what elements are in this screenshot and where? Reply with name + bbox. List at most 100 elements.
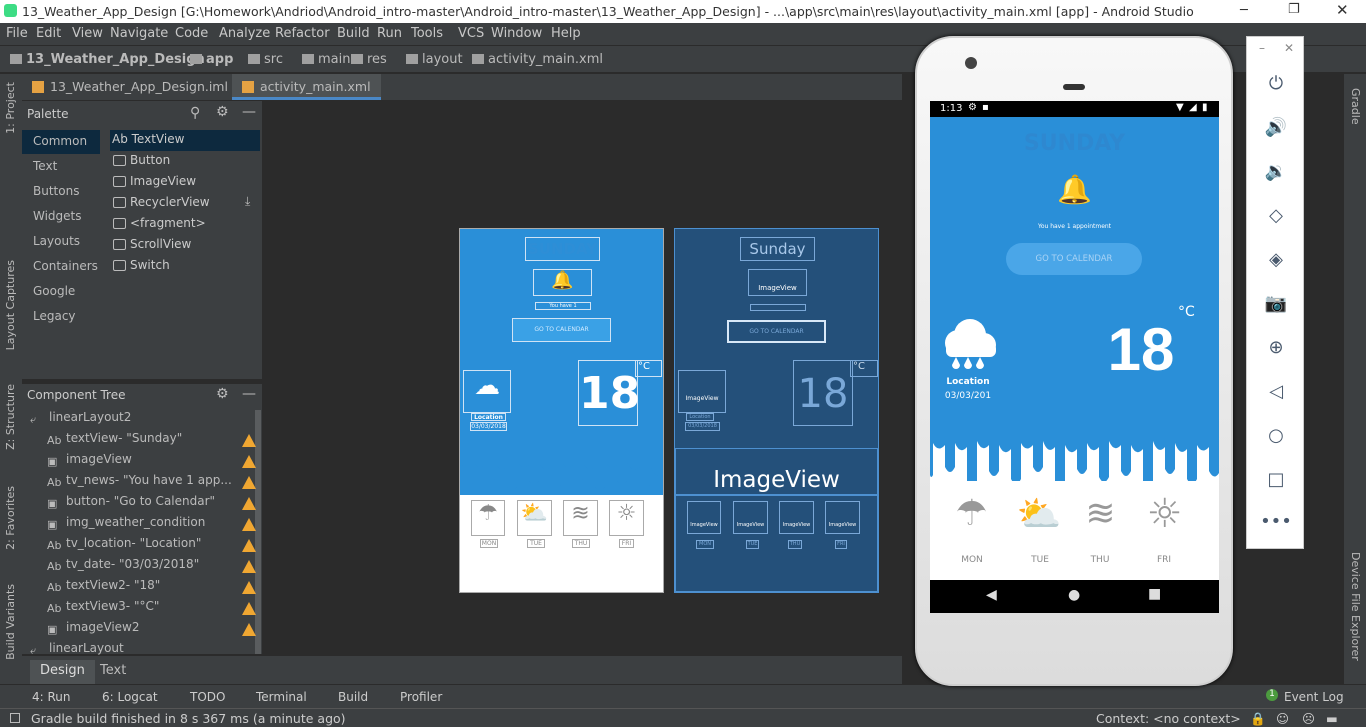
smile-icon[interactable]: ☺ <box>1276 711 1289 726</box>
design-tab-design[interactable]: Design <box>30 660 95 684</box>
download-icon[interactable]: ⤓ <box>245 194 250 209</box>
tree-node-10[interactable]: ▣ imageView2 <box>47 620 140 641</box>
palette-widget-1[interactable]: Button <box>110 151 260 172</box>
emu-minimize-icon[interactable]: – <box>1259 41 1265 55</box>
palette-widget-3[interactable]: RecyclerView <box>110 193 260 214</box>
home-icon[interactable]: ○ <box>1247 425 1305 446</box>
back-icon[interactable]: ◁ <box>1247 381 1305 402</box>
frown-icon[interactable]: ☹ <box>1302 711 1315 726</box>
menu-navigate[interactable]: Navigate <box>110 26 168 41</box>
blueprint-preview[interactable]: Sunday ImageView GO TO CALENDAR ImageVie… <box>674 228 879 593</box>
power-icon[interactable]: ⏻ <box>1247 73 1305 94</box>
phone-overview-icon[interactable]: ■ <box>1148 586 1161 602</box>
hide-icon[interactable]: — <box>242 104 256 120</box>
tree-node-7[interactable]: Ab tv_date- "03/03/2018" <box>47 557 199 578</box>
palette-category-google[interactable]: Google <box>22 280 100 304</box>
bp-drip-imageview[interactable]: ImageView <box>675 448 878 495</box>
temperature-text[interactable]: 18 <box>578 360 640 426</box>
warning-icon[interactable] <box>242 539 256 552</box>
bp-calendar-button[interactable]: GO TO CALENDAR <box>727 320 826 343</box>
zoom-icon[interactable]: ⊕ <box>1247 337 1305 358</box>
breadcrumb-6[interactable]: activity_main.xml <box>472 52 603 67</box>
tab-0[interactable]: 13_Weather_App_Design.iml <box>22 74 238 100</box>
tree-node-1[interactable]: Ab textView- "Sunday" <box>47 431 182 452</box>
bp-news-text[interactable] <box>750 304 806 311</box>
phone-home-icon[interactable]: ● <box>1068 587 1080 603</box>
calendar-button[interactable]: GO TO CALENDAR <box>512 318 611 342</box>
warning-icon[interactable] <box>242 476 256 489</box>
rotate-left-icon[interactable]: ◇ <box>1247 205 1305 226</box>
tree-node-8[interactable]: Ab textView2- "18" <box>47 578 160 599</box>
palette-category-text[interactable]: Text <box>22 155 100 179</box>
maximize-button[interactable]: ❐ <box>1288 2 1300 17</box>
menu-refactor[interactable]: Refactor <box>275 26 330 41</box>
date-text[interactable]: 03/03/2018 <box>470 422 507 431</box>
warning-icon[interactable] <box>242 581 256 594</box>
bp-unit-text[interactable]: °C <box>850 360 878 377</box>
breadcrumb-1[interactable]: app <box>190 52 233 67</box>
design-preview[interactable]: SUNDAY 🔔 You have 1 appointment GO TO CA… <box>459 228 664 593</box>
tree-node-2[interactable]: ▣ imageView <box>47 452 132 473</box>
bp-day-text[interactable]: Sunday <box>740 237 815 261</box>
menu-window[interactable]: Window <box>491 26 542 41</box>
warning-icon[interactable] <box>242 518 256 531</box>
menu-view[interactable]: View <box>72 26 103 41</box>
bp-weather-image[interactable]: ImageView <box>678 370 726 413</box>
warning-icon[interactable] <box>242 602 256 615</box>
search-icon[interactable]: ⚲ <box>190 105 200 121</box>
tree-node-6[interactable]: Ab tv_location- "Location" <box>47 536 201 557</box>
bottom-tool-4[interactable]: Build <box>338 690 368 704</box>
bp-date-text[interactable]: 03/03/2018 <box>685 422 720 431</box>
right-tool-0[interactable]: Gradle <box>1349 88 1362 125</box>
rotate-right-icon[interactable]: ◈ <box>1247 249 1305 270</box>
context-text[interactable]: Context: <no context> <box>1096 711 1241 726</box>
notifications-icon[interactable]: ▬ <box>1326 711 1338 726</box>
menu-analyze[interactable]: Analyze <box>219 26 270 41</box>
palette-widget-6[interactable]: Switch <box>110 256 260 277</box>
palette-category-legacy[interactable]: Legacy <box>22 305 100 329</box>
bottom-tool-5[interactable]: Profiler <box>400 690 442 704</box>
menu-tools[interactable]: Tools <box>411 26 443 41</box>
gear-icon[interactable]: ⚙ <box>216 104 229 120</box>
bp-imageview[interactable]: ImageView <box>748 269 807 296</box>
menu-run[interactable]: Run <box>377 26 402 41</box>
rain-cloud-icon[interactable]: ☁ <box>463 370 511 413</box>
left-tool-0[interactable]: 1: Project <box>4 82 17 134</box>
breadcrumb-5[interactable]: layout <box>406 52 463 67</box>
bottom-tool-3[interactable]: Terminal <box>256 690 307 704</box>
emu-close-icon[interactable]: ✕ <box>1284 41 1294 55</box>
left-tool-3[interactable]: 2: Favorites <box>4 486 17 550</box>
left-tool-1[interactable]: Layout Captures <box>4 260 17 350</box>
day-text[interactable]: SUNDAY <box>525 237 600 261</box>
tree-node-9[interactable]: Ab textView3- "°C" <box>47 599 159 620</box>
bp-location-text[interactable]: Location <box>686 413 714 421</box>
news-text[interactable]: You have 1 appointment <box>535 302 591 310</box>
bottom-tool-2[interactable]: TODO <box>190 690 225 704</box>
location-text[interactable]: Location <box>471 413 506 421</box>
tree-gear-icon[interactable]: ⚙ <box>216 386 229 402</box>
palette-widget-0[interactable]: Ab TextView <box>110 130 260 151</box>
menu-edit[interactable]: Edit <box>36 26 61 41</box>
left-tool-2[interactable]: Z: Structure <box>4 384 17 450</box>
tree-node-3[interactable]: Ab tv_news- "You have 1 app... <box>47 473 232 494</box>
emulator-screen[interactable]: SUNDAY 🔔 You have 1 appointment GO TO CA… <box>930 101 1219 613</box>
more-icon[interactable]: ••• <box>1247 511 1305 532</box>
bell-icon[interactable]: 🔔 <box>533 269 592 296</box>
warning-icon[interactable] <box>242 623 256 636</box>
close-button[interactable]: ✕ <box>1336 1 1349 19</box>
tree-node-4[interactable]: ▣ button- "Go to Calendar" <box>47 494 215 515</box>
palette-widget-5[interactable]: ScrollView <box>110 235 260 256</box>
tab-1[interactable]: activity_main.xml <box>232 74 381 100</box>
palette-widget-4[interactable]: <fragment> <box>110 214 260 235</box>
warning-icon[interactable] <box>242 434 256 447</box>
bottom-tool-6[interactable]: Event Log <box>1284 690 1344 704</box>
design-tab-text[interactable]: Text <box>90 660 136 684</box>
warning-icon[interactable] <box>242 497 256 510</box>
bp-temperature-text[interactable]: 18 <box>793 360 853 426</box>
menu-build[interactable]: Build <box>337 26 370 41</box>
left-tool-4[interactable]: Build Variants <box>4 584 17 660</box>
palette-category-common[interactable]: Common <box>22 130 100 154</box>
menu-file[interactable]: File <box>6 26 28 41</box>
screenshot-icon[interactable]: 📷 <box>1247 293 1305 314</box>
volume-down-icon[interactable]: 🔉 <box>1247 161 1305 182</box>
